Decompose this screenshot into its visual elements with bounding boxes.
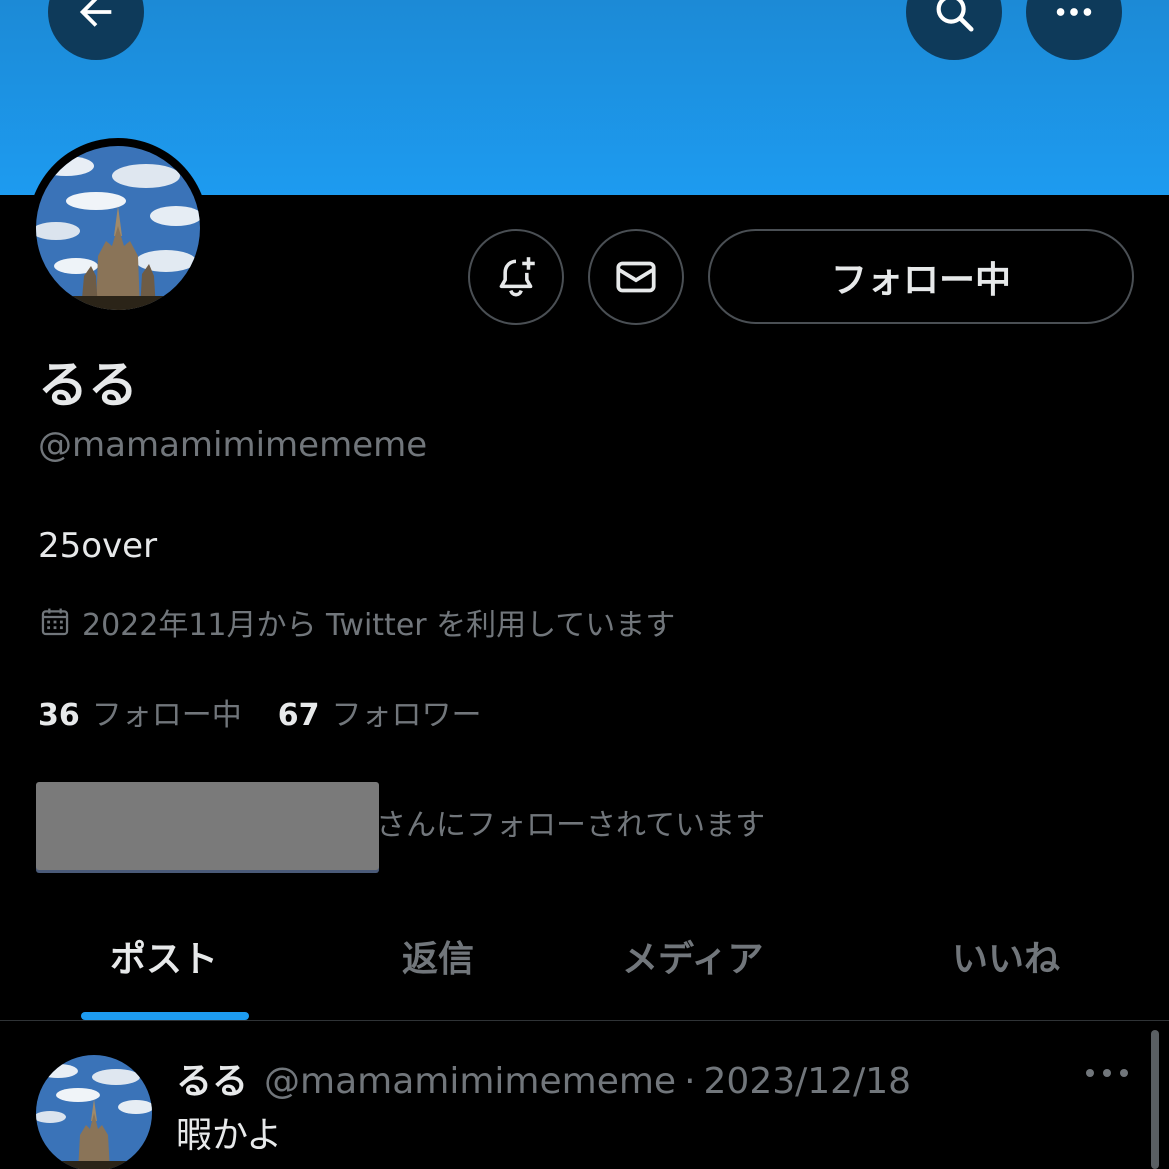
followers-count: 67 xyxy=(277,698,320,733)
avatar-image xyxy=(36,146,200,310)
active-tab-indicator xyxy=(81,1012,249,1020)
following-button[interactable]: フォロー中 xyxy=(708,229,1134,324)
following-count: 36 xyxy=(38,698,80,733)
followers-stat[interactable]: 67 フォロワー xyxy=(278,690,482,734)
tab-likes[interactable]: いいね xyxy=(952,930,1060,982)
tab-posts[interactable]: ポスト xyxy=(110,930,218,982)
followed-by-text: さんにフォローされています xyxy=(376,808,766,843)
follow-stats: 36 フォロー中 67 フォロワー xyxy=(38,690,518,734)
scrollbar[interactable] xyxy=(1151,1030,1159,1169)
tab-replies[interactable]: 返信 xyxy=(402,930,474,982)
message-button[interactable] xyxy=(588,229,684,325)
following-label: フォロー中 xyxy=(91,698,242,733)
notification-button[interactable] xyxy=(468,229,564,325)
search-icon xyxy=(936,0,974,32)
display-name: るる xyxy=(38,356,138,414)
more-horizontal-icon xyxy=(1056,8,1092,16)
post-avatar[interactable] xyxy=(36,1055,152,1169)
tab-media[interactable]: メディア xyxy=(622,930,763,982)
profile-tabs: ポスト 返信 メディア いいね xyxy=(0,900,1169,1021)
post-item[interactable]: るる @mamamimimememe · 2023/12/18 暇かよ xyxy=(0,1022,1169,1169)
followers-label: フォロワー xyxy=(331,698,482,733)
arrow-left-icon xyxy=(79,0,112,27)
post-author-handle: @mamamimimememe xyxy=(264,1061,677,1102)
post-text: 暇かよ xyxy=(176,1115,283,1156)
profile-bio: 25over xyxy=(38,526,158,566)
followed-by[interactable]: さんにフォローされています xyxy=(36,782,776,870)
post-separator: · xyxy=(684,1061,696,1102)
following-stat[interactable]: 36 フォロー中 xyxy=(38,690,242,734)
envelope-icon xyxy=(616,261,656,293)
bell-plus-icon xyxy=(499,257,535,297)
calendar-icon xyxy=(41,608,69,636)
joined-text: 2022年11月から Twitter を利用しています xyxy=(82,608,676,643)
joined-date: 2022年11月から Twitter を利用しています xyxy=(38,600,675,644)
post-author-name[interactable]: るる xyxy=(176,1052,248,1104)
profile-avatar[interactable] xyxy=(28,138,208,318)
post-date[interactable]: 2023/12/18 xyxy=(704,1061,912,1102)
redacted-block xyxy=(36,782,379,870)
profile-handle: @mamamimimememe xyxy=(38,425,428,465)
post-header: るる @mamamimimememe · 2023/12/18 xyxy=(176,1052,911,1104)
more-horizontal-icon[interactable] xyxy=(1082,1058,1132,1088)
